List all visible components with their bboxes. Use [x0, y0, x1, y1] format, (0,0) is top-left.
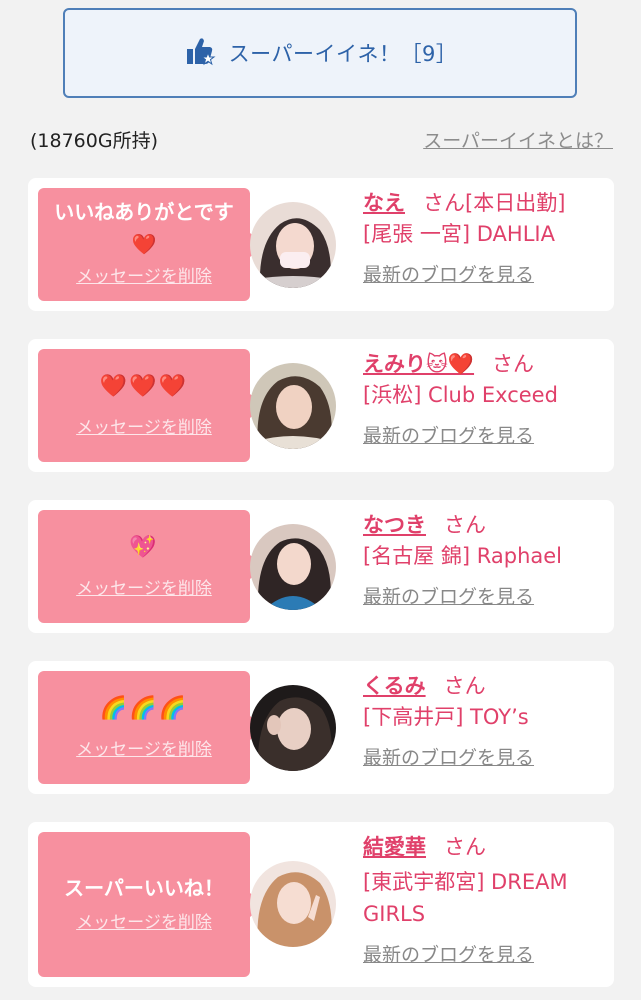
message-bubble: スーパーいいね！ メッセージを削除: [38, 832, 264, 977]
message-card: いいねありがとです❤️ メッセージを削除 なえ さん[本日出勤] [尾張 一宮] …: [28, 178, 614, 311]
avatar[interactable]: [250, 363, 336, 449]
delete-message-link[interactable]: メッセージを削除: [76, 574, 212, 599]
cast-info: なつき さん [名古屋 錦] Raphael 最新のブログを見る: [363, 510, 594, 609]
cast-honorific: さん: [492, 352, 535, 376]
latest-blog-link[interactable]: 最新のブログを見る: [363, 743, 534, 770]
cast-info: 結愛華 さん [東武宇都宮] DREAM GIRLS 最新のブログを見る: [363, 832, 594, 967]
delete-message-link[interactable]: メッセージを削除: [76, 908, 212, 933]
message-card: 🌈🌈🌈 メッセージを削除 くるみ さん [下高井戸] TOY’s 最新のブログを見…: [28, 661, 614, 794]
message-card: 💖 メッセージを削除 なつき さん [名古屋 錦] Raphael 最新のブログを…: [28, 500, 614, 633]
message-bubble: 💖 メッセージを削除: [38, 510, 264, 623]
cast-honorific: さん: [444, 513, 486, 537]
cast-name-link[interactable]: 結愛華: [363, 835, 426, 859]
avatar[interactable]: [250, 861, 336, 947]
message-bubble: ❤️❤️❤️ メッセージを削除: [38, 349, 264, 462]
cast-name-link[interactable]: えみり🐱❤️: [363, 352, 474, 376]
latest-blog-link[interactable]: 最新のブログを見る: [363, 582, 534, 609]
cast-info: なえ さん[本日出勤] [尾張 一宮] DAHLIA 最新のブログを見る: [363, 188, 594, 287]
message-text: 💖: [129, 535, 159, 560]
message-card: スーパーいいね！ メッセージを削除 結愛華 さん [東武宇都宮] DREAM GI…: [28, 822, 614, 987]
message-text: ❤️❤️❤️: [99, 374, 189, 399]
shop-name: [浜松] Club Exceed: [363, 383, 558, 407]
points-balance: (18760G所持): [30, 130, 158, 152]
message-bubble: 🌈🌈🌈 メッセージを削除: [38, 671, 264, 784]
cast-info: くるみ さん [下高井戸] TOY’s 最新のブログを見る: [363, 671, 594, 770]
message-text: スーパーいいね！: [64, 876, 224, 900]
shop-name: [尾張 一宮] DAHLIA: [363, 222, 555, 246]
message-text: 🌈🌈🌈: [99, 696, 189, 721]
super-like-label: スーパーイイネ！［9］: [228, 42, 458, 66]
cast-name-link[interactable]: なつき: [363, 513, 426, 537]
delete-message-link[interactable]: メッセージを削除: [76, 413, 212, 438]
super-like-button[interactable]: スーパーイイネ！［9］: [63, 8, 577, 98]
cast-honorific: さん[本日出勤]: [423, 191, 566, 215]
avatar[interactable]: [250, 685, 336, 771]
about-super-like-link[interactable]: スーパーイイネとは？: [423, 126, 613, 153]
thumbs-up-star-icon: [183, 34, 217, 73]
latest-blog-link[interactable]: 最新のブログを見る: [363, 260, 534, 287]
delete-message-link[interactable]: メッセージを削除: [76, 262, 212, 287]
message-bubble: いいねありがとです❤️ メッセージを削除: [38, 188, 264, 301]
message-text: いいねありがとです❤️: [54, 200, 234, 256]
shop-name: [名古屋 錦] Raphael: [363, 544, 562, 568]
cast-honorific: さん: [443, 674, 486, 698]
cast-name-link[interactable]: なえ: [363, 191, 405, 215]
delete-message-link[interactable]: メッセージを削除: [76, 735, 212, 760]
latest-blog-link[interactable]: 最新のブログを見る: [363, 421, 534, 448]
avatar[interactable]: [250, 524, 336, 610]
cast-name-link[interactable]: くるみ: [363, 674, 426, 698]
cast-info: えみり🐱❤️ さん [浜松] Club Exceed 最新のブログを見る: [363, 349, 594, 448]
shop-name: [東武宇都宮] DREAM GIRLS: [363, 870, 568, 926]
latest-blog-link[interactable]: 最新のブログを見る: [363, 940, 534, 967]
shop-name: [下高井戸] TOY’s: [363, 705, 529, 729]
avatar[interactable]: [250, 202, 336, 288]
cast-honorific: さん: [444, 835, 486, 859]
message-card: ❤️❤️❤️ メッセージを削除 えみり🐱❤️ さん [浜松] Club Excee…: [28, 339, 614, 472]
